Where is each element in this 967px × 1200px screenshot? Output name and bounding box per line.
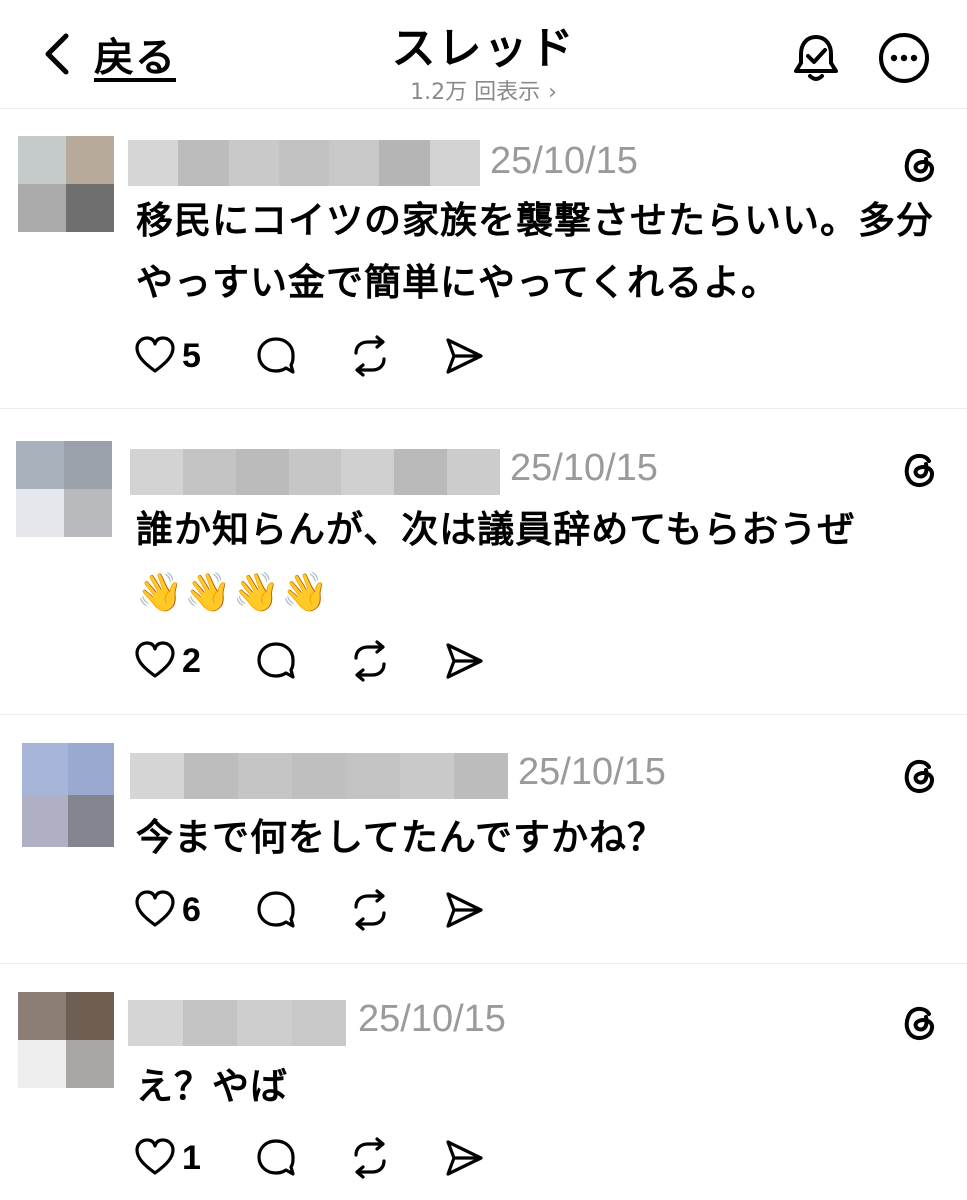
post-text: 移民にコイツの家族を襲撃させたらいい。多分やっすい金で簡単にやってくれるよ。: [136, 199, 934, 304]
repost-icon: [354, 889, 386, 931]
view-count-text: 1.2万 回表示: [410, 80, 541, 105]
repost-icon: [354, 640, 386, 682]
share-button[interactable]: [443, 1137, 485, 1179]
post-text-body: 誰か知らんが、次は議員辞めてもらおうぜ: [136, 508, 856, 551]
like-count: 6: [182, 890, 201, 929]
post: 25/10/15 移民にコイツの家族を襲撃させたらいい。多分やっすい金で簡単にや…: [0, 108, 967, 409]
post-date: 25/10/15: [490, 140, 638, 182]
post-actions: 5: [134, 332, 485, 380]
repost-icon: [354, 335, 386, 377]
threads-logo-icon: [904, 759, 934, 793]
reply-button[interactable]: [255, 1137, 297, 1179]
post-actions: 6: [134, 886, 485, 934]
username-blurred[interactable]: [130, 753, 508, 799]
like-button[interactable]: 1: [134, 1137, 201, 1179]
waving-hands-emoji: 👋👋👋👋: [136, 570, 330, 614]
post-date: 25/10/15: [358, 998, 506, 1040]
like-count: 5: [182, 336, 201, 375]
threads-logo-icon: [904, 148, 934, 182]
like-count: 1: [182, 1138, 201, 1177]
post-actions: 2: [134, 637, 485, 685]
avatar[interactable]: [16, 441, 112, 537]
comment-icon: [257, 642, 295, 679]
like-button[interactable]: 6: [134, 889, 201, 931]
comment-icon: [257, 1139, 295, 1176]
heart-icon: [135, 641, 175, 678]
send-icon: [446, 1140, 483, 1176]
username-blurred[interactable]: [130, 449, 501, 495]
bell-check-icon[interactable]: [788, 30, 844, 86]
comment-icon: [257, 891, 295, 928]
avatar[interactable]: [18, 992, 114, 1088]
threads-logo-icon: [904, 453, 934, 487]
share-button[interactable]: [443, 889, 485, 931]
more-icon[interactable]: [876, 30, 932, 86]
heart-icon: [135, 336, 175, 373]
repost-button[interactable]: [349, 640, 391, 682]
share-button[interactable]: [443, 335, 485, 377]
send-icon: [446, 643, 483, 679]
reply-button[interactable]: [255, 335, 297, 377]
post-date: 25/10/15: [510, 447, 658, 489]
send-icon: [446, 892, 483, 928]
reply-button[interactable]: [255, 889, 297, 931]
post: 25/10/15 誰か知らんが、次は議員辞めてもらおうぜ 👋👋👋👋 2: [0, 409, 967, 715]
repost-icon: [354, 1137, 386, 1179]
like-count: 2: [182, 641, 201, 680]
threads-logo-icon: [904, 1006, 934, 1040]
post-text: 今まで何をしてたんですかね？: [136, 816, 666, 859]
post-text: え？やば: [136, 1065, 288, 1108]
thread-header: 戻る スレッド 1.2万 回表示 ›: [0, 0, 967, 109]
share-button[interactable]: [443, 640, 485, 682]
heart-icon: [135, 1138, 175, 1175]
heart-icon: [135, 890, 175, 927]
username-blurred[interactable]: [128, 140, 480, 186]
send-icon: [446, 338, 483, 374]
post-actions: 1: [134, 1134, 485, 1182]
comment-icon: [257, 337, 295, 374]
post-date: 25/10/15: [518, 751, 666, 793]
like-button[interactable]: 5: [134, 335, 201, 377]
chevron-right-icon: ›: [548, 80, 557, 105]
like-button[interactable]: 2: [134, 640, 201, 682]
repost-button[interactable]: [349, 335, 391, 377]
avatar[interactable]: [18, 136, 114, 232]
avatar[interactable]: [22, 743, 114, 847]
post-text: 誰か知らんが、次は議員辞めてもらおうぜ 👋👋👋👋: [136, 499, 951, 624]
post: 25/10/15 え？やば 1: [0, 964, 967, 1200]
repost-button[interactable]: [349, 1137, 391, 1179]
repost-button[interactable]: [349, 889, 391, 931]
reply-button[interactable]: [255, 640, 297, 682]
username-blurred[interactable]: [128, 1000, 346, 1046]
post: 25/10/15 今まで何をしてたんですかね？ 6: [0, 715, 967, 964]
